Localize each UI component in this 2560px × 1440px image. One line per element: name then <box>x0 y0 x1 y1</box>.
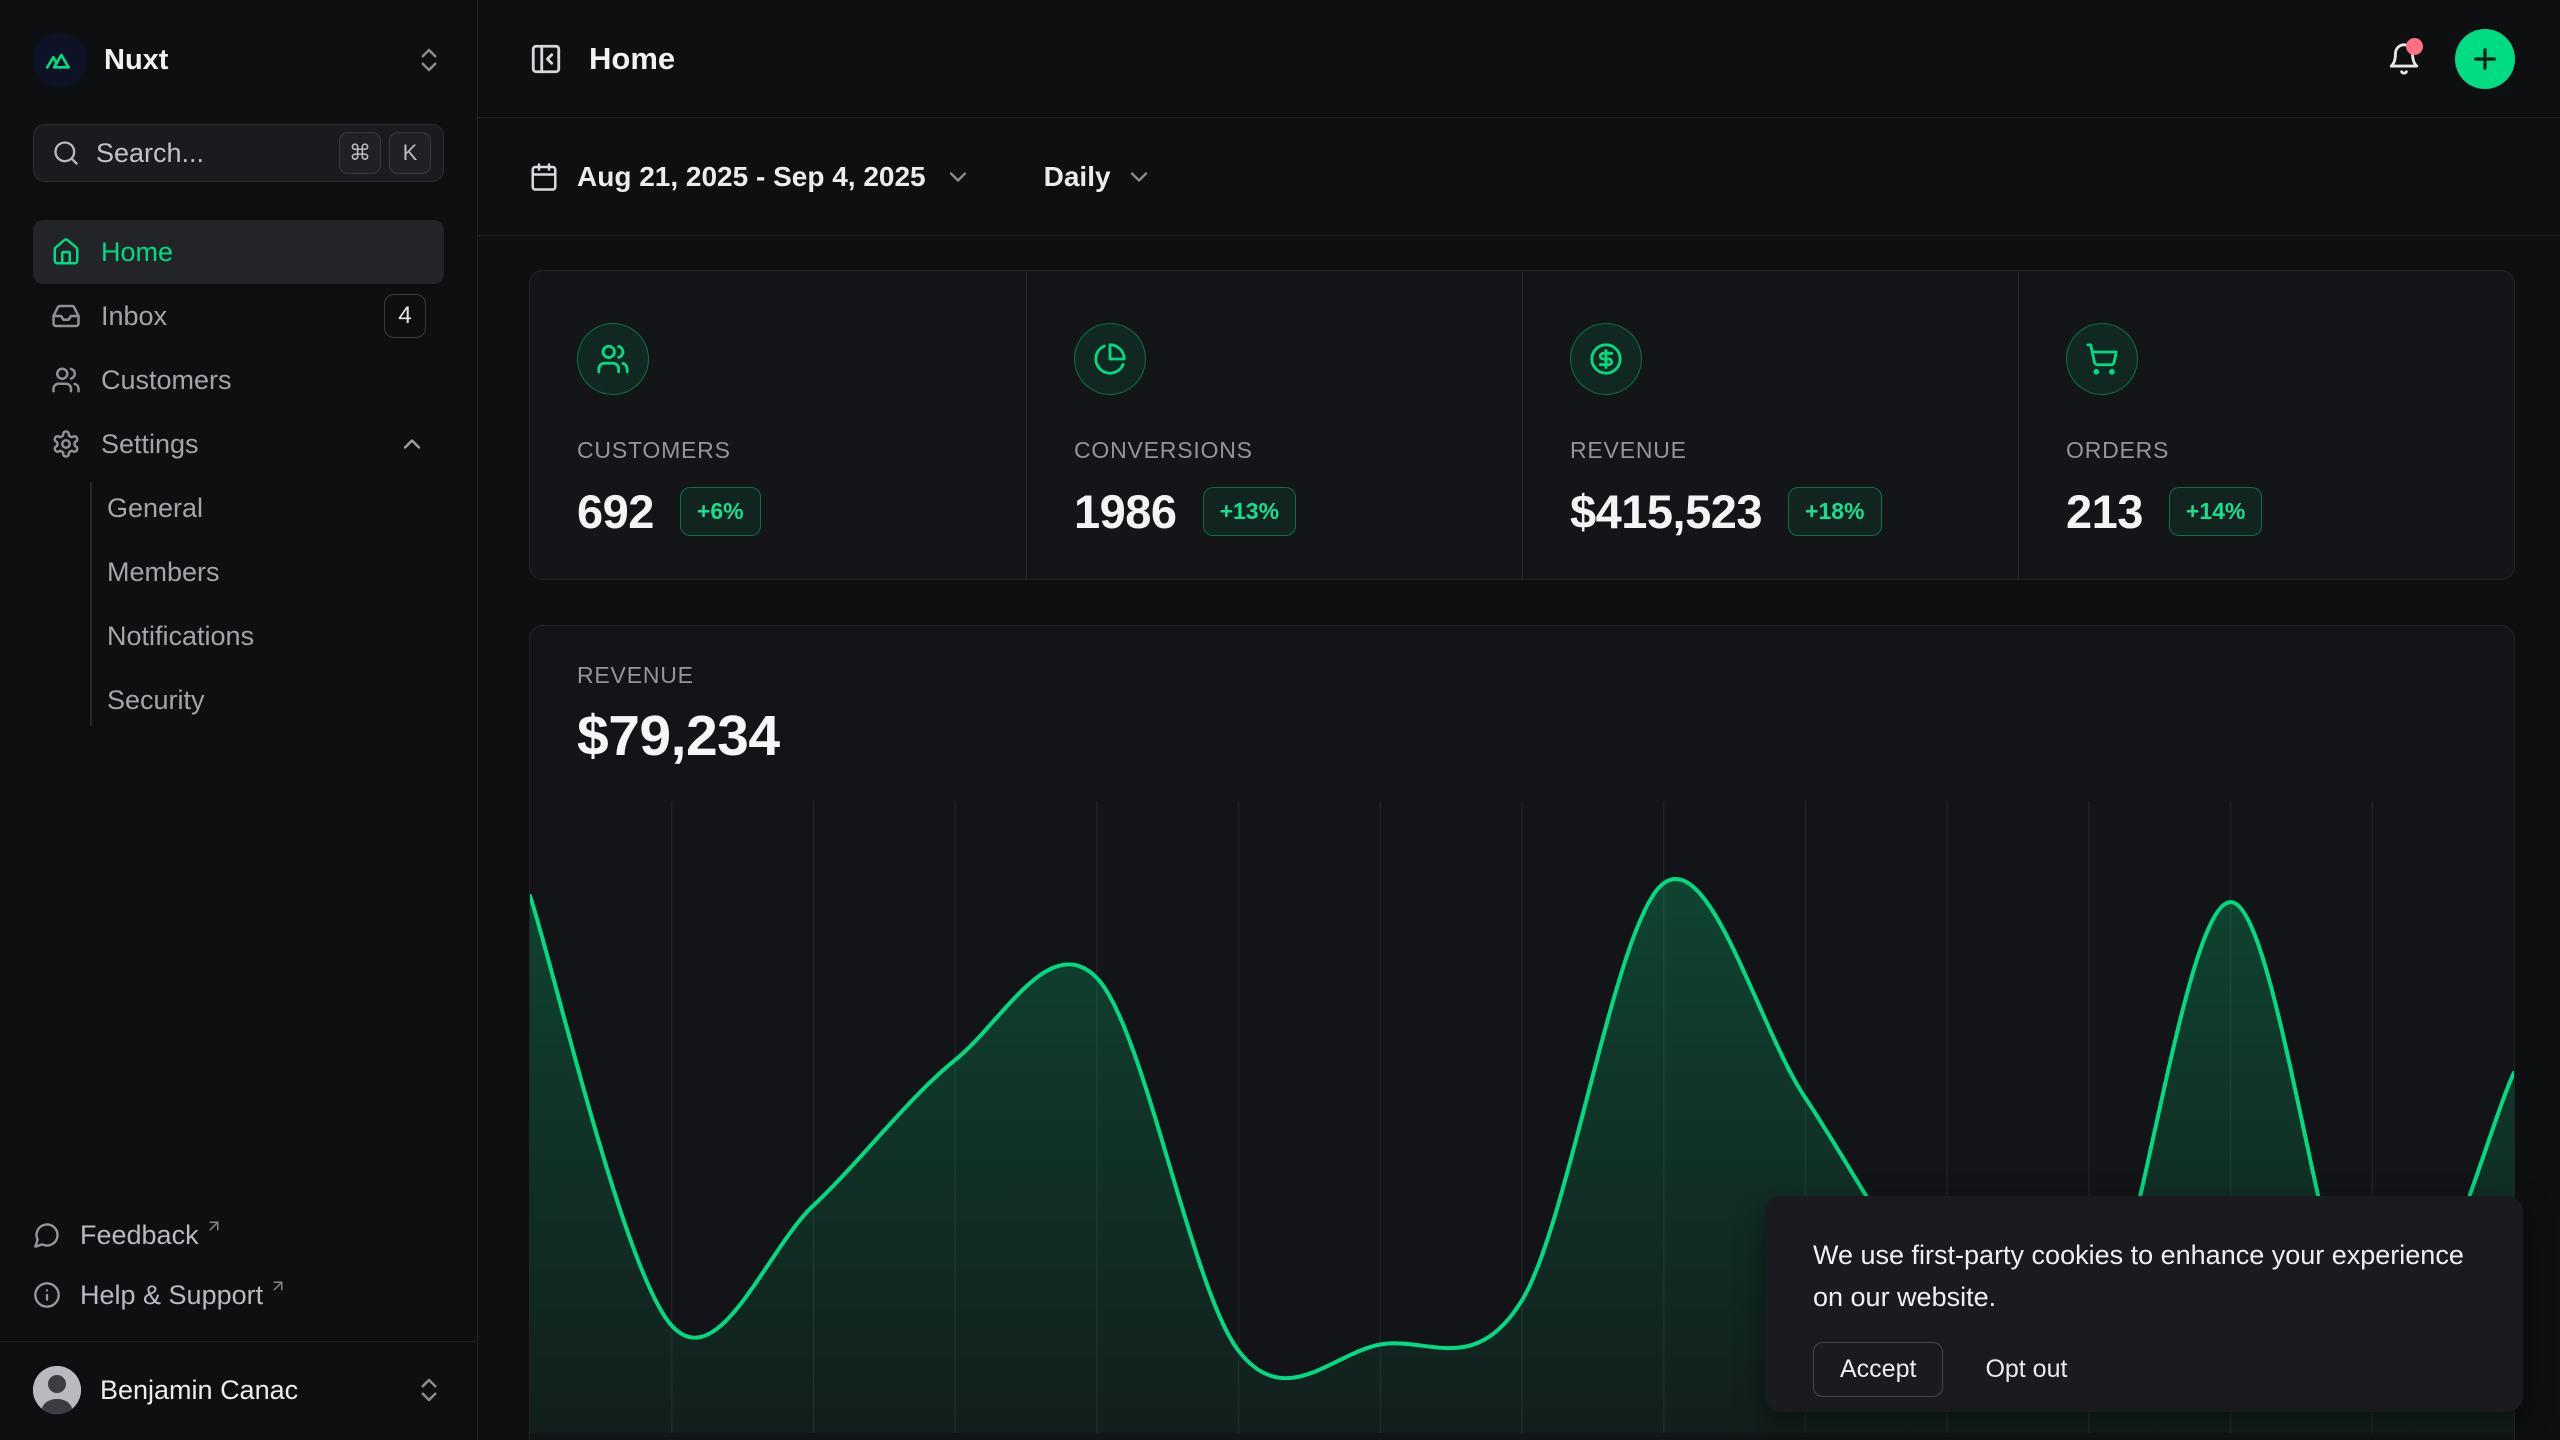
sidebar-item-home[interactable]: Home <box>33 220 444 284</box>
sidebar-item-label: Home <box>101 237 173 268</box>
chat-bubble-icon <box>33 1221 61 1249</box>
stat-label: CUSTOMERS <box>577 437 996 464</box>
date-range-picker[interactable]: Aug 21, 2025 - Sep 4, 2025 <box>529 161 972 193</box>
stat-orders[interactable]: ORDERS 213 +14% <box>2018 271 2514 579</box>
stat-customers[interactable]: CUSTOMERS 692 +6% <box>530 271 1026 579</box>
sidebar-subitem-general[interactable]: General <box>107 476 444 540</box>
opt-out-button[interactable]: Opt out <box>1985 1355 2067 1384</box>
stat-conversions[interactable]: CONVERSIONS 1986 +13% <box>1026 271 1522 579</box>
workspace-selector[interactable]: Nuxt <box>33 28 444 92</box>
inbox-icon <box>51 301 81 331</box>
filters-toolbar: Aug 21, 2025 - Sep 4, 2025 Daily <box>478 118 2560 236</box>
user-menu[interactable]: Benjamin Canac <box>33 1342 444 1438</box>
stat-delta-badge: +13% <box>1203 487 1296 536</box>
granularity-label: Daily <box>1044 161 1111 193</box>
subitem-label: Notifications <box>107 621 254 652</box>
help-support-link[interactable]: Help & Support <box>33 1265 444 1325</box>
subitem-label: Security <box>107 685 205 716</box>
cookie-banner: We use first-party cookies to enhance yo… <box>1765 1196 2523 1412</box>
stat-value: 692 <box>577 484 654 539</box>
home-icon <box>51 237 81 267</box>
stat-delta-badge: +6% <box>680 487 761 536</box>
notifications-button[interactable] <box>2387 42 2421 76</box>
cookie-message: We use first-party cookies to enhance yo… <box>1813 1234 2475 1318</box>
feedback-link[interactable]: Feedback <box>33 1205 444 1265</box>
sidebar-nav: Home Inbox 4 Customers Settings <box>33 220 444 732</box>
kbd-k: K <box>389 132 431 174</box>
settings-subnav: General Members Notifications Security <box>33 476 444 732</box>
kbd-meta: ⌘ <box>339 132 381 174</box>
page-header: Home <box>478 0 2560 118</box>
sidebar: Nuxt ⌘ K Home Inb <box>0 0 478 1440</box>
stat-label: CONVERSIONS <box>1074 437 1492 464</box>
granularity-select[interactable]: Daily <box>1044 161 1153 193</box>
add-button[interactable] <box>2455 29 2515 89</box>
subitem-label: Members <box>107 557 220 588</box>
date-range-label: Aug 21, 2025 - Sep 4, 2025 <box>577 161 926 193</box>
stat-value: 1986 <box>1074 484 1177 539</box>
stat-revenue[interactable]: REVENUE $415,523 +18% <box>1522 271 2018 579</box>
accept-button[interactable]: Accept <box>1813 1342 1943 1397</box>
chevron-down-icon <box>944 163 972 191</box>
stat-label: ORDERS <box>2066 437 2484 464</box>
search-icon <box>52 139 80 167</box>
dollar-circle-icon <box>1570 323 1642 395</box>
feedback-label: Feedback <box>80 1220 199 1251</box>
stat-label: REVENUE <box>1570 437 1988 464</box>
sidebar-spacer <box>33 732 444 1205</box>
search-input-wrap[interactable]: ⌘ K <box>33 124 444 182</box>
nuxt-logo-icon <box>33 33 87 87</box>
sidebar-item-label: Settings <box>101 429 199 460</box>
inbox-count-badge: 4 <box>384 294 426 338</box>
external-link-icon <box>269 1277 287 1295</box>
sidebar-item-label: Inbox <box>101 301 167 332</box>
gear-icon <box>51 429 81 459</box>
stat-value: 213 <box>2066 484 2143 539</box>
sidebar-item-label: Customers <box>101 365 232 396</box>
users-icon <box>577 323 649 395</box>
stats-card: CUSTOMERS 692 +6% CONVERSIONS 1986 +13% <box>529 270 2515 580</box>
search-input[interactable] <box>96 138 331 169</box>
user-name: Benjamin Canac <box>100 1375 298 1406</box>
external-link-icon <box>205 1217 223 1235</box>
chevrons-up-down-icon <box>414 1375 444 1405</box>
revenue-card-label: REVENUE <box>577 662 2514 689</box>
chevron-up-icon <box>398 430 426 458</box>
revenue-card-value: $79,234 <box>577 703 2514 769</box>
sidebar-item-inbox[interactable]: Inbox 4 <box>33 284 444 348</box>
sidebar-footer: Feedback Help & Support <box>33 1205 444 1440</box>
pie-chart-icon <box>1074 323 1146 395</box>
sidebar-subitem-members[interactable]: Members <box>107 540 444 604</box>
page-title: Home <box>589 41 675 77</box>
notification-dot <box>2406 38 2423 55</box>
calendar-icon <box>529 162 559 192</box>
stat-value: $415,523 <box>1570 484 1762 539</box>
users-icon <box>51 365 81 395</box>
chevron-down-icon <box>1125 163 1153 191</box>
sidebar-subitem-notifications[interactable]: Notifications <box>107 604 444 668</box>
workspace-name: Nuxt <box>104 44 168 77</box>
subitem-label: General <box>107 493 203 524</box>
info-circle-icon <box>33 1281 61 1309</box>
help-support-label: Help & Support <box>80 1280 263 1311</box>
sidebar-item-customers[interactable]: Customers <box>33 348 444 412</box>
collapse-sidebar-icon[interactable] <box>529 42 563 76</box>
sidebar-item-settings[interactable]: Settings <box>33 412 444 476</box>
stat-delta-badge: +14% <box>2169 487 2262 536</box>
stat-delta-badge: +18% <box>1788 487 1881 536</box>
avatar <box>33 1366 81 1414</box>
sidebar-subitem-security[interactable]: Security <box>107 668 444 732</box>
chevrons-up-down-icon <box>414 45 444 75</box>
shopping-cart-icon <box>2066 323 2138 395</box>
